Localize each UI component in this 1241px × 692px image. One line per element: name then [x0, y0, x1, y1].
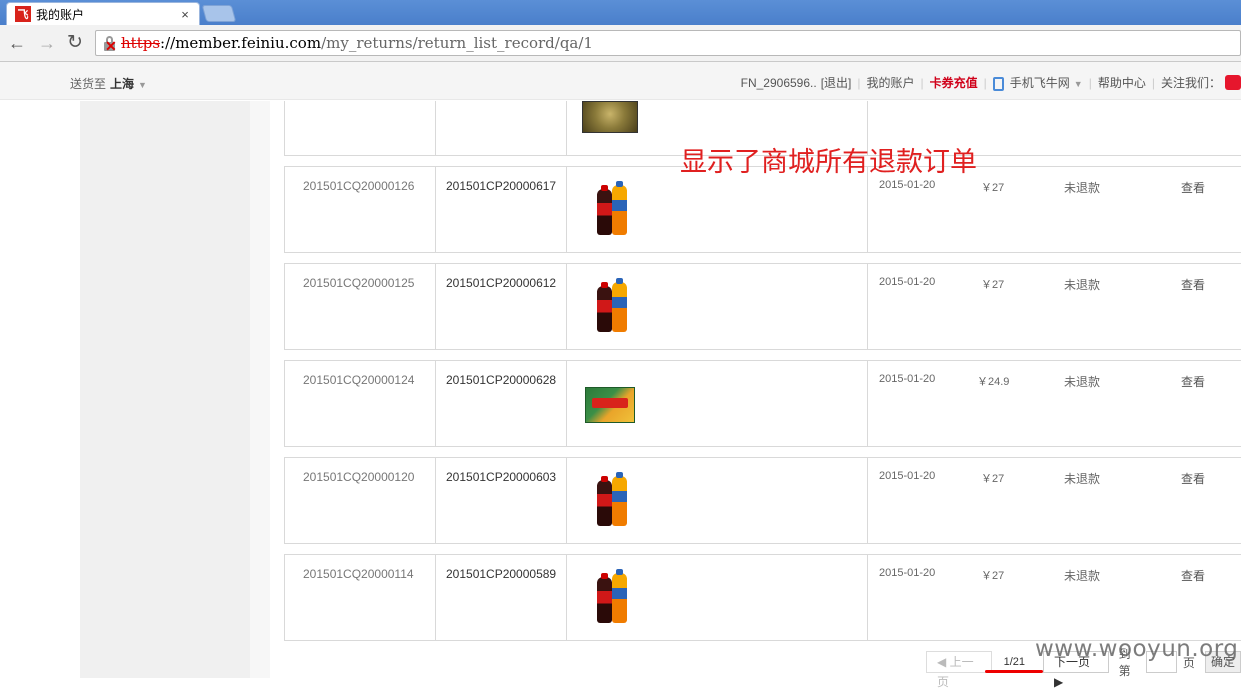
refund-status: 未退款	[1064, 278, 1101, 292]
chevron-down-icon: ▼	[1073, 79, 1083, 89]
tab-close-icon[interactable]: ×	[177, 7, 193, 22]
return-number: 201501CQ20000120	[303, 470, 415, 484]
refund-status: 未退款	[1064, 472, 1101, 486]
order-number[interactable]: 201501CP20000589	[446, 567, 556, 581]
refund-status: 未退款	[1064, 375, 1101, 389]
browser-tab[interactable]: 飞 我的账户 ×	[6, 2, 200, 25]
back-arrow-icon[interactable]: ←	[6, 32, 28, 54]
prev-arrow-icon: ◀	[937, 655, 950, 669]
return-date: 2015-01-20	[879, 567, 936, 579]
refund-amount: ￥27	[981, 279, 1005, 291]
view-link[interactable]: 查看	[1181, 179, 1205, 196]
refund-amount: ￥27	[981, 473, 1005, 485]
table-row: 201501CQ20000125 201501CP20000612 2015-0…	[284, 263, 1241, 350]
return-date: 2015-01-20	[879, 470, 936, 482]
page-left-margin	[0, 101, 80, 678]
mobile-site-label: 手机飞牛网	[1009, 76, 1070, 90]
browser-toolbar: ← → ↻ ✕ https ://member.feiniu.com /my_r…	[0, 25, 1241, 62]
view-link[interactable]: 查看	[1181, 373, 1205, 390]
order-number[interactable]: 201501CP20000617	[446, 179, 556, 193]
url-host: ://member.feiniu.com	[160, 34, 322, 52]
address-bar[interactable]: ✕ https ://member.feiniu.com /my_returns…	[95, 30, 1241, 56]
product-image[interactable]	[595, 569, 629, 623]
return-number: 201501CQ20000125	[303, 276, 415, 290]
logout-link[interactable]: [退出]	[821, 74, 852, 91]
refund-status: 未退款	[1064, 181, 1101, 195]
table-row: 201501CQ20000124 201501CP20000628 2015-0…	[284, 360, 1241, 447]
return-date: 2015-01-20	[879, 276, 936, 288]
feiniu-favicon-icon: 飞	[15, 6, 31, 22]
view-link[interactable]: 查看	[1181, 276, 1205, 293]
chevron-down-icon: ▼	[138, 80, 147, 90]
url-scheme: https	[121, 34, 161, 52]
annotation-text: 显示了商城所有退款订单	[680, 147, 977, 178]
refund-amount: ￥24.9	[977, 376, 1010, 388]
return-date: 2015-01-20	[879, 179, 936, 191]
table-row: 201501CQ20000114 201501CP20000589 2015-0…	[284, 554, 1241, 641]
refund-amount: ￥27	[981, 182, 1005, 194]
account-sidebar	[80, 101, 250, 678]
my-account-link[interactable]: 我的账户	[867, 74, 915, 91]
product-image[interactable]	[582, 101, 638, 133]
top-nav: FN_2906596.. [退出] | 我的账户 | 卡券充值 | 手机飞牛网 ▼…	[741, 74, 1241, 91]
page-annotation-underline	[985, 670, 1043, 673]
product-image[interactable]	[595, 181, 629, 235]
site-top-bar: 送货至 上海 ▼ FN_2906596.. [退出] | 我的账户 | 卡券充值 |…	[0, 62, 1241, 100]
return-number: 201501CQ20000114	[303, 567, 414, 581]
broken-lock-icon[interactable]: ✕	[103, 35, 117, 53]
help-center-link[interactable]: 帮助中心	[1098, 74, 1146, 91]
order-number[interactable]: 201501CP20000603	[446, 470, 556, 484]
product-image[interactable]	[595, 472, 629, 526]
view-link[interactable]: 查看	[1181, 470, 1205, 487]
return-number: 201501CQ20000124	[303, 373, 415, 387]
mobile-site-link[interactable]: 手机飞牛网 ▼	[992, 74, 1083, 91]
url-path: /my_returns/return_list_record/qa/1	[321, 34, 593, 52]
deliver-label: 送货至	[70, 77, 107, 91]
delivery-location[interactable]: 送货至 上海 ▼	[70, 75, 147, 92]
table-row: 201501CQ20000120 201501CP20000603 2015-0…	[284, 457, 1241, 544]
order-number[interactable]: 201501CP20000628	[446, 373, 556, 387]
phone-icon	[992, 76, 1004, 91]
next-arrow-icon: ▶	[1054, 675, 1064, 689]
page-indicator: 1/21	[1003, 656, 1026, 668]
order-number[interactable]: 201501CP20000612	[446, 276, 556, 290]
username: FN_2906596..	[740, 75, 817, 90]
view-link[interactable]: 查看	[1181, 567, 1205, 584]
weibo-icon[interactable]	[1225, 75, 1241, 90]
return-number: 201501CQ20000126	[303, 179, 415, 193]
tab-title: 我的账户	[36, 7, 85, 22]
watermark: www.wooyun.org	[1035, 636, 1239, 662]
deliver-city: 上海	[110, 77, 135, 91]
product-image[interactable]	[585, 387, 635, 423]
forward-arrow-icon[interactable]: →	[36, 32, 58, 54]
follow-us-label: 关注我们：	[1160, 76, 1221, 90]
refund-amount: ￥27	[981, 570, 1005, 582]
product-image[interactable]	[595, 278, 629, 332]
sidebar-gutter	[250, 101, 270, 678]
new-tab-button[interactable]	[201, 5, 237, 22]
card-recharge-link[interactable]: 卡券充值	[930, 74, 978, 91]
reload-icon[interactable]: ↻	[64, 32, 86, 54]
browser-tab-strip: 飞 我的账户 ×	[0, 0, 1241, 25]
return-date: 2015-01-20	[879, 373, 936, 385]
prev-page-button[interactable]: ◀ 上一页	[926, 651, 992, 689]
refund-status: 未退款	[1064, 569, 1101, 583]
table-row: 201501CQ20000126 201501CP20000617 2015-0…	[284, 166, 1241, 253]
